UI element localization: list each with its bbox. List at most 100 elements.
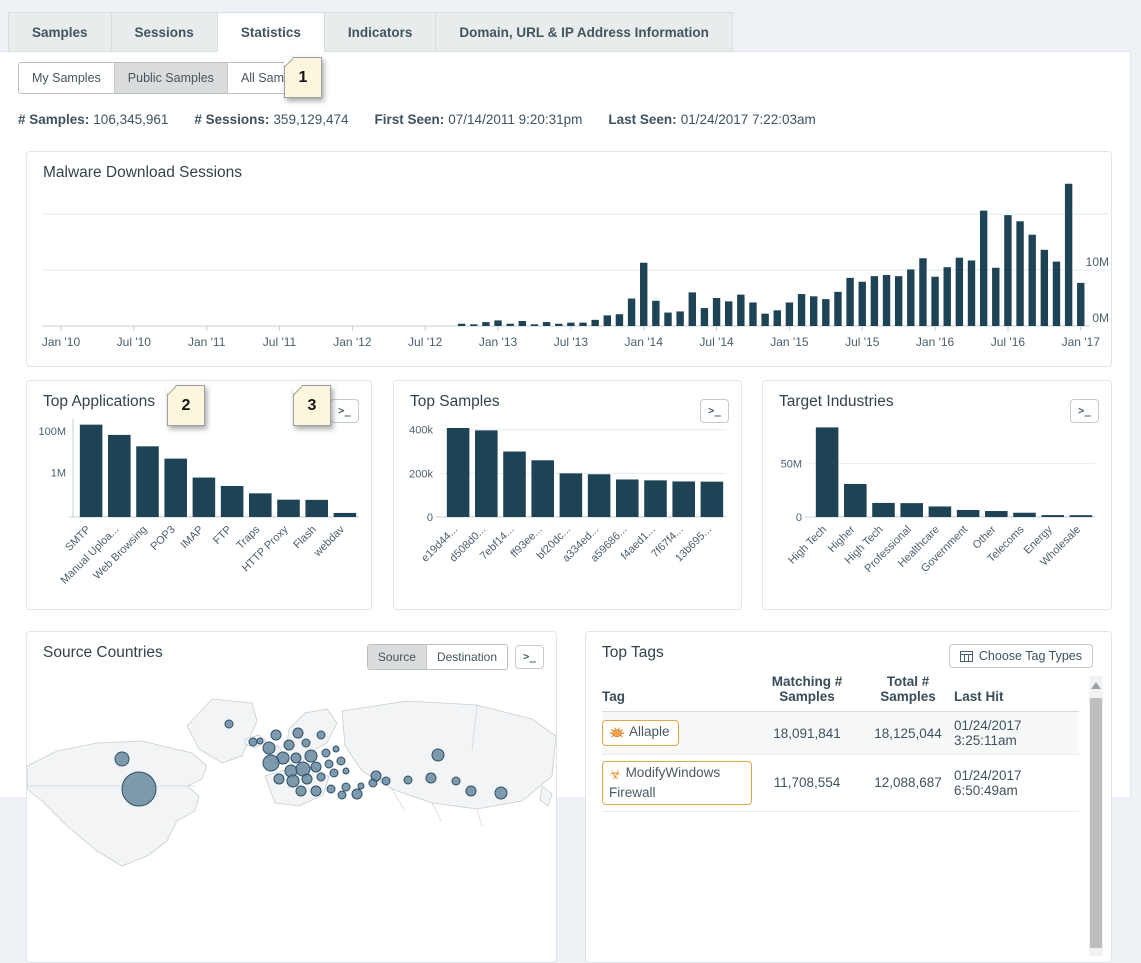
session-bar[interactable] bbox=[470, 324, 477, 326]
toggle-source[interactable]: Source bbox=[368, 645, 426, 669]
tag-chip[interactable]: ☣ModifyWindows Firewall bbox=[602, 761, 752, 805]
session-bar[interactable] bbox=[1016, 221, 1023, 326]
session-bar[interactable] bbox=[810, 296, 817, 326]
session-bar[interactable] bbox=[907, 269, 914, 326]
session-bar[interactable] bbox=[1065, 184, 1072, 326]
session-bar[interactable] bbox=[883, 275, 890, 326]
country-bubble[interactable] bbox=[257, 738, 263, 744]
scrollbar-thumb[interactable] bbox=[1090, 698, 1102, 948]
bar[interactable] bbox=[503, 452, 526, 517]
country-bubble[interactable] bbox=[452, 777, 460, 785]
country-bubble[interactable] bbox=[263, 742, 275, 754]
session-bar[interactable] bbox=[579, 323, 586, 326]
country-bubble[interactable] bbox=[311, 786, 321, 796]
country-bubble[interactable] bbox=[426, 773, 436, 783]
session-bar[interactable] bbox=[531, 324, 538, 326]
bar[interactable] bbox=[1013, 513, 1036, 517]
session-bar[interactable] bbox=[664, 313, 671, 326]
session-bar[interactable] bbox=[1004, 215, 1011, 326]
target-industries-chart[interactable]: 050MHigh TechHigherHigh TechProfessional… bbox=[769, 411, 1099, 607]
bar[interactable] bbox=[475, 430, 498, 517]
country-bubble[interactable] bbox=[337, 757, 345, 765]
country-bubble[interactable] bbox=[274, 774, 284, 784]
session-bar[interactable] bbox=[506, 324, 513, 326]
country-bubble[interactable] bbox=[296, 786, 306, 796]
session-bar[interactable] bbox=[494, 320, 501, 326]
session-bar[interactable] bbox=[992, 268, 999, 326]
bar[interactable] bbox=[816, 427, 839, 517]
session-bar[interactable] bbox=[701, 308, 708, 326]
country-bubble[interactable] bbox=[291, 753, 301, 763]
session-bar[interactable] bbox=[1029, 235, 1036, 326]
bar[interactable] bbox=[305, 500, 328, 517]
session-bar[interactable] bbox=[968, 260, 975, 326]
bar[interactable] bbox=[872, 503, 895, 517]
country-bubble[interactable] bbox=[333, 746, 339, 752]
country-bubble[interactable] bbox=[325, 760, 333, 768]
console-query-button[interactable]: >_ bbox=[515, 645, 544, 669]
country-bubble[interactable] bbox=[122, 772, 156, 806]
session-bar[interactable] bbox=[519, 321, 526, 326]
bar[interactable] bbox=[447, 428, 470, 517]
tab-samples[interactable]: Samples bbox=[8, 12, 112, 52]
session-bar[interactable] bbox=[786, 302, 793, 326]
session-bar[interactable] bbox=[543, 322, 550, 326]
scope-public-samples[interactable]: Public Samples bbox=[114, 63, 227, 93]
choose-tag-types-button[interactable]: Choose Tag Types bbox=[949, 644, 1093, 668]
table-row[interactable]: ☣ModifyWindows Firewall11,708,55412,088,… bbox=[602, 755, 1079, 812]
scope-my-samples[interactable]: My Samples bbox=[19, 63, 114, 93]
tab-sessions[interactable]: Sessions bbox=[111, 12, 218, 52]
bar[interactable] bbox=[957, 510, 980, 517]
session-bar[interactable] bbox=[482, 322, 489, 326]
tag-chip[interactable]: Allaple bbox=[602, 720, 679, 746]
country-bubble[interactable] bbox=[495, 787, 507, 799]
session-bar[interactable] bbox=[798, 294, 805, 326]
session-bar[interactable] bbox=[834, 292, 841, 326]
country-bubble[interactable] bbox=[115, 752, 129, 766]
bar[interactable] bbox=[1070, 515, 1093, 517]
session-bar[interactable] bbox=[761, 314, 768, 326]
top-samples-chart[interactable]: 0200k400ke19d44...d508d0...7ebf14...ff93… bbox=[400, 411, 730, 607]
country-bubble[interactable] bbox=[371, 771, 381, 781]
bar[interactable] bbox=[929, 506, 952, 517]
country-bubble[interactable] bbox=[302, 739, 310, 747]
session-bar[interactable] bbox=[919, 258, 926, 326]
toggle-destination[interactable]: Destination bbox=[426, 645, 507, 669]
country-bubble[interactable] bbox=[284, 740, 294, 750]
session-bar[interactable] bbox=[652, 301, 659, 326]
bar[interactable] bbox=[644, 480, 667, 517]
bar[interactable] bbox=[900, 503, 923, 517]
country-bubble[interactable] bbox=[317, 773, 325, 781]
country-bubble[interactable] bbox=[322, 749, 330, 757]
table-row[interactable]: Allaple18,091,84118,125,04401/24/2017 3:… bbox=[602, 712, 1079, 755]
bar[interactable] bbox=[164, 459, 187, 517]
bar[interactable] bbox=[1041, 515, 1064, 517]
bar[interactable] bbox=[136, 446, 159, 517]
session-bar[interactable] bbox=[846, 278, 853, 326]
session-bar[interactable] bbox=[567, 323, 574, 326]
bar[interactable] bbox=[80, 425, 103, 517]
session-bar[interactable] bbox=[749, 302, 756, 326]
country-bubble[interactable] bbox=[293, 728, 303, 738]
session-bar[interactable] bbox=[676, 311, 683, 326]
session-bar[interactable] bbox=[871, 276, 878, 326]
tab-domain-url-ip[interactable]: Domain, URL & IP Address Information bbox=[435, 12, 733, 52]
bar[interactable] bbox=[985, 511, 1008, 517]
session-bar[interactable] bbox=[604, 315, 611, 326]
session-bar[interactable] bbox=[591, 320, 598, 326]
session-bar[interactable] bbox=[458, 324, 465, 326]
country-bubble[interactable] bbox=[225, 720, 233, 728]
session-bar[interactable] bbox=[944, 267, 951, 326]
bar[interactable] bbox=[560, 473, 583, 517]
session-bar[interactable] bbox=[555, 324, 562, 326]
country-bubble[interactable] bbox=[271, 730, 281, 740]
session-bar[interactable] bbox=[725, 301, 732, 326]
world-map[interactable] bbox=[27, 691, 556, 901]
bar[interactable] bbox=[277, 500, 300, 517]
bar[interactable] bbox=[844, 484, 867, 517]
bar[interactable] bbox=[588, 474, 611, 517]
bar[interactable] bbox=[701, 482, 724, 517]
session-bar[interactable] bbox=[628, 299, 635, 326]
tab-indicators[interactable]: Indicators bbox=[324, 12, 437, 52]
session-bar[interactable] bbox=[1053, 262, 1060, 326]
